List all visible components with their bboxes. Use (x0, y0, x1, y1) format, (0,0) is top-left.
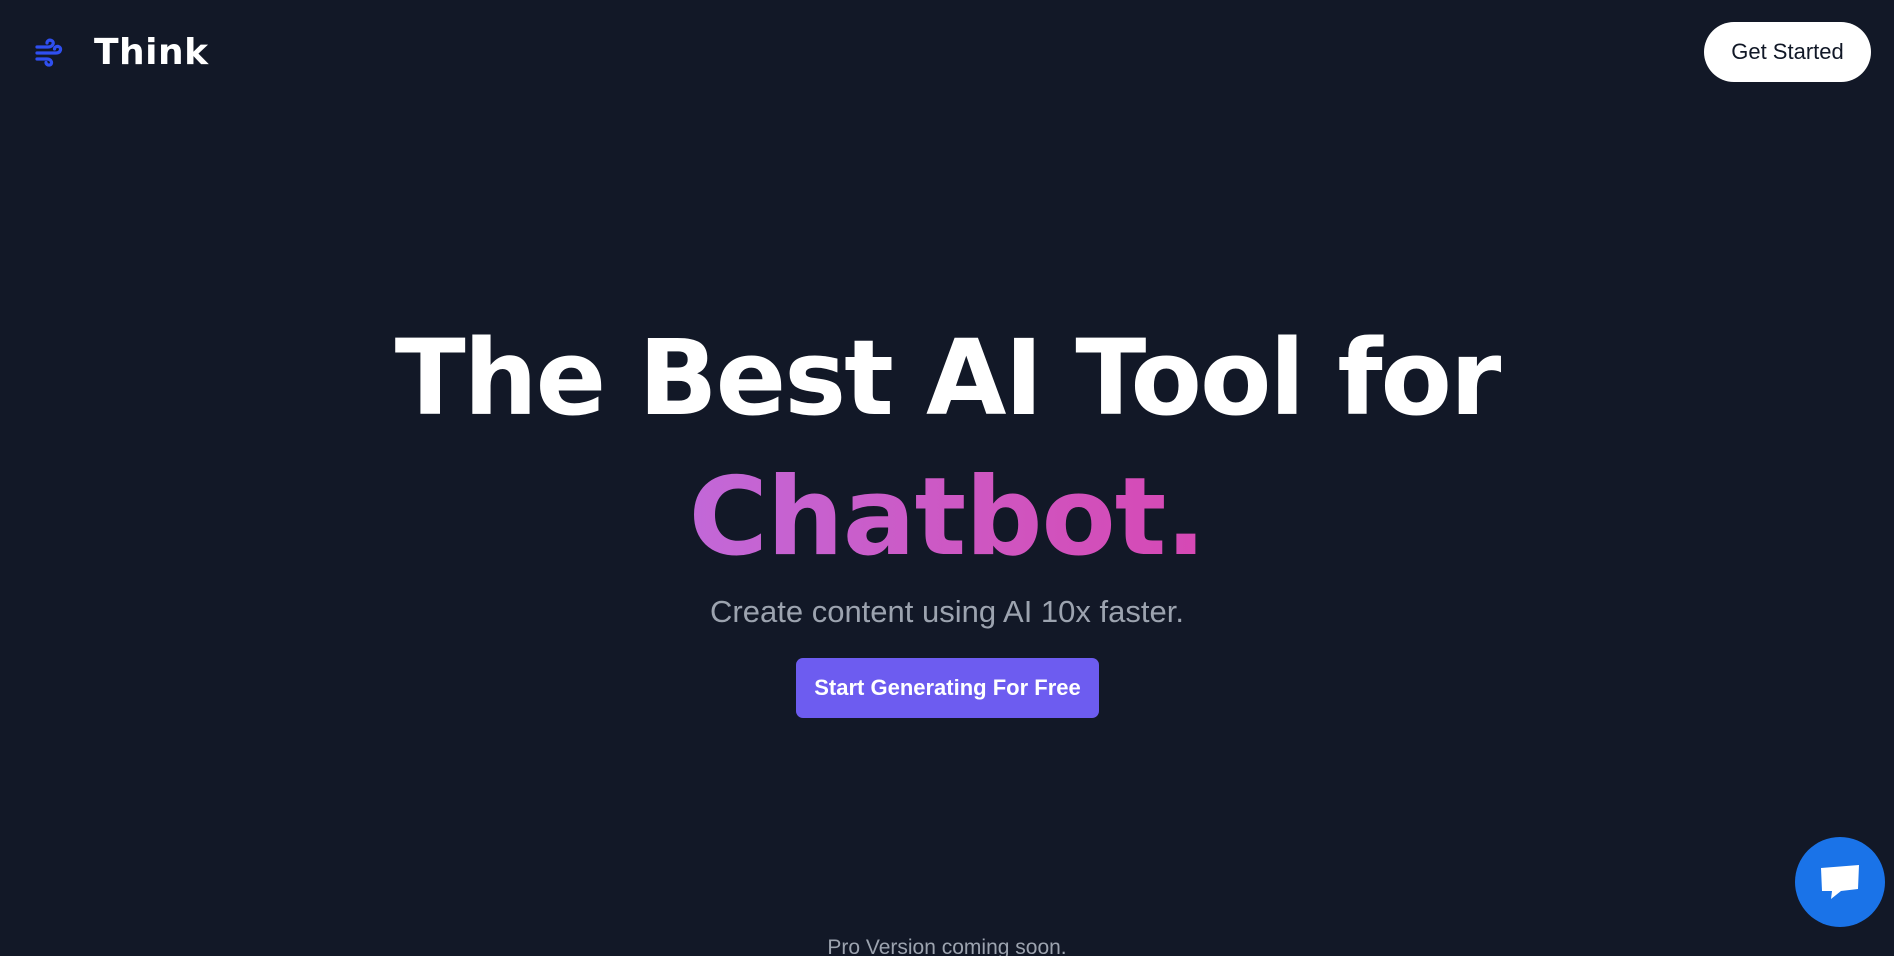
landing-page: Think Get Started The Best AI Tool for C… (0, 0, 1894, 956)
brand-logo-link[interactable]: Think (34, 28, 209, 76)
get-started-button[interactable]: Get Started (1704, 22, 1871, 82)
start-generating-button[interactable]: Start Generating For Free (796, 658, 1099, 718)
pro-version-note: Pro Version coming soon. (827, 936, 1067, 956)
hero-headline-highlight: Chatbot. (0, 458, 1894, 578)
wind-icon (34, 37, 64, 67)
hero-subtitle: Create content using AI 10x faster. (710, 594, 1184, 629)
highlight-word: Chatbot. (688, 455, 1207, 580)
chat-icon (1817, 862, 1863, 902)
chat-widget-button[interactable] (1795, 837, 1885, 927)
brand-name: Think (94, 31, 209, 73)
site-header: Think Get Started (0, 0, 1894, 104)
hero-headline: The Best AI Tool for (394, 317, 1502, 439)
